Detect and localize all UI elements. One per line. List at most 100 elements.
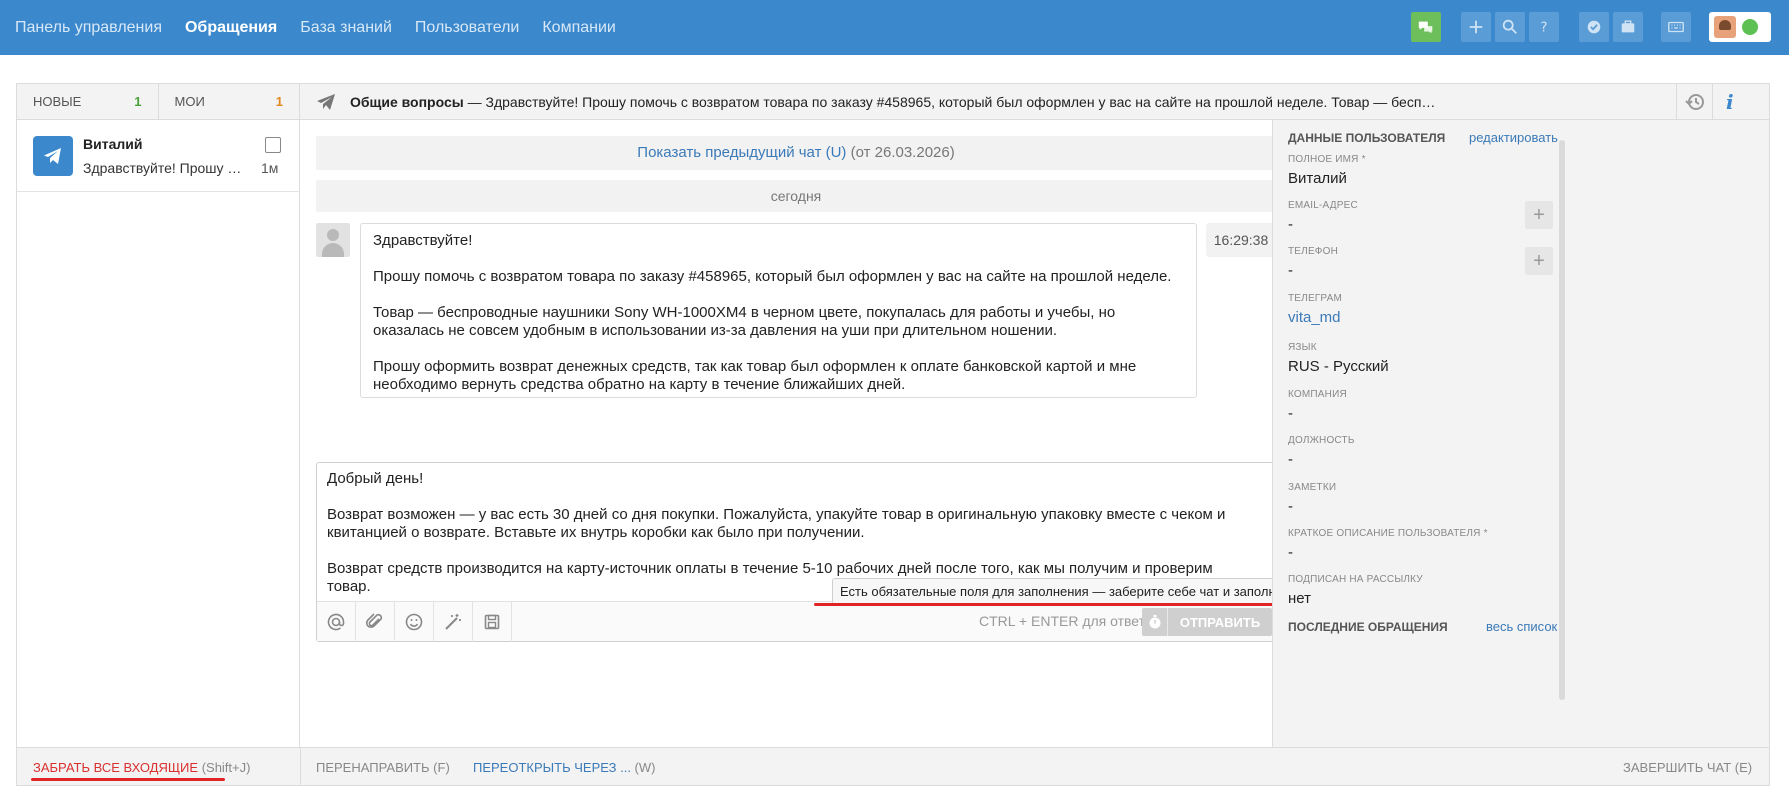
forward-button[interactable]: ПЕРЕНАПРАВИТЬ (F) — [316, 760, 450, 775]
chat-tabs: НОВЫЕ 1 МОИ 1 — [17, 84, 299, 120]
main-nav: Панель управления Обращения База знаний … — [15, 0, 616, 55]
take-all-label: ЗАБРАТЬ ВСЕ ВХОДЯЩИЕ — [33, 760, 199, 775]
info-icon[interactable]: i — [1726, 90, 1734, 114]
field-label: КОМПАНИЯ — [1288, 389, 1347, 400]
add-email-button[interactable]: + — [1525, 201, 1553, 229]
message-paragraph: Товар — беспроводные наушники Sony WH-10… — [373, 304, 1116, 339]
chat-item-time: 1м — [261, 160, 279, 176]
reply-editor[interactable]: Добрый день! Возврат возможен — у вас ес… — [316, 462, 1337, 642]
field-short-description: КРАТКОЕ ОПИСАНИЕ ПОЛЬЗОВАТЕЛЯ * - — [1288, 528, 1488, 561]
add-phone-button[interactable]: + — [1525, 247, 1553, 275]
field-language: ЯЗЫК RUS - Русский — [1288, 342, 1389, 375]
chat-item-preview: Здравствуйте! Прошу помочь с возвратом т… — [83, 160, 243, 176]
all-tickets-link[interactable]: весь список — [1486, 619, 1557, 634]
divider — [1676, 84, 1677, 120]
tab-mine[interactable]: МОИ 1 — [158, 84, 299, 119]
timer-icon — [1142, 608, 1168, 636]
send-icon — [317, 94, 335, 110]
telegram-link[interactable]: vita_md — [1288, 309, 1342, 326]
chat-item-checkbox[interactable] — [265, 137, 281, 153]
emoji-icon[interactable] — [395, 602, 434, 642]
message-time: 16:29:38 — [1206, 223, 1276, 257]
previous-chat-banner: Показать предыдущий чат (U) (от 26.03.20… — [316, 136, 1276, 170]
take-all-incoming-button[interactable]: ЗАБРАТЬ ВСЕ ВХОДЯЩИЕ (Shift+J) — [33, 760, 250, 775]
nav-companies[interactable]: Компании — [542, 19, 616, 37]
field-value: - — [1288, 544, 1293, 561]
field-position: ДОЛЖНОСТЬ - — [1288, 435, 1355, 468]
tab-new[interactable]: НОВЫЕ 1 — [17, 84, 159, 119]
send-button[interactable]: ОТПРАВИТЬ — [1142, 608, 1272, 636]
field-full-name: ПОЛНОЕ ИМЯ * Виталий — [1288, 154, 1366, 187]
field-value: - — [1288, 451, 1293, 468]
field-label: ПОЛНОЕ ИМЯ * — [1288, 154, 1366, 165]
mention-icon[interactable] — [317, 602, 356, 642]
reopen-via-button[interactable]: ПЕРЕОТКРЫТЬ ЧЕРЕЗ ... (W) — [473, 760, 655, 775]
message-bubble: Здравствуйте! Прошу помочь с возвратом т… — [360, 223, 1197, 398]
telegram-icon — [33, 136, 73, 176]
reopen-shortcut: (W) — [630, 760, 656, 775]
user-data-title: ДАННЫЕ ПОЛЬЗОВАТЕЛЯ — [1288, 131, 1446, 145]
top-navigation-bar: Панель управления Обращения База знаний … — [0, 0, 1789, 55]
list-item[interactable]: Виталий Здравствуйте! Прошу помочь с воз… — [17, 120, 299, 192]
keyboard-icon[interactable] — [1661, 12, 1691, 42]
user-data-panel: ДАННЫЕ ПОЛЬЗОВАТЕЛЯ редактировать ПОЛНОЕ… — [1272, 120, 1769, 747]
chat-item-name: Виталий — [83, 136, 143, 152]
field-company: КОМПАНИЯ - — [1288, 389, 1347, 422]
check-icon[interactable] — [1579, 12, 1609, 42]
take-all-red-underline — [31, 778, 225, 781]
field-value: Виталий — [1288, 170, 1347, 187]
send-shortcut-hint: CTRL + ENTER для ответа — [979, 613, 1153, 629]
user-menu[interactable] — [1709, 12, 1771, 42]
panel-scrollbar[interactable] — [1559, 140, 1565, 700]
field-telegram: ТЕЛЕГРАМ vita_md — [1288, 293, 1342, 326]
user-avatar-icon — [316, 223, 350, 257]
nav-users[interactable]: Пользователи — [415, 19, 519, 37]
required-fields-tooltip: Есть обязательные поля для заполнения — … — [832, 578, 1337, 605]
subject-dash: — — [463, 94, 486, 110]
chat-list-panel: НОВЫЕ 1 МОИ 1 Виталий Здравствуйте! Прош… — [17, 84, 300, 747]
divider — [1712, 84, 1713, 120]
message-paragraph: Здравствуйте! — [373, 232, 473, 249]
nav-dashboard[interactable]: Панель управления — [15, 19, 162, 37]
chat-header: Общие вопросы — Здравствуйте! Прошу помо… — [300, 84, 1769, 120]
chats-icon[interactable] — [1411, 12, 1441, 42]
edit-user-link[interactable]: редактировать — [1469, 130, 1558, 145]
field-notes: ЗАМЕТКИ - — [1288, 482, 1336, 515]
nav-knowledge-base[interactable]: База знаний — [300, 19, 392, 37]
tooltip-red-underline — [814, 603, 1276, 606]
message-paragraph: Прошу помочь с возвратом товара по заказ… — [373, 268, 1172, 285]
chat-category: Общие вопросы — [350, 94, 464, 110]
end-chat-button[interactable]: ЗАВЕРШИТЬ ЧАТ (E) — [1623, 760, 1752, 775]
field-label: EMAIL-АДРЕС — [1288, 200, 1358, 211]
briefcase-icon[interactable] — [1613, 12, 1643, 42]
svg-text:?: ? — [1540, 20, 1547, 36]
reply-paragraph: Добрый день! — [327, 470, 424, 487]
reopen-label: ПЕРЕОТКРЫТЬ ЧЕРЕЗ ... — [473, 760, 631, 775]
attachment-icon[interactable] — [356, 602, 395, 642]
plus-icon[interactable] — [1461, 12, 1491, 42]
field-label: ЗАМЕТКИ — [1288, 482, 1337, 493]
field-label: ТЕЛЕФОН — [1288, 246, 1339, 257]
message-paragraph: Прошу оформить возврат денежных средств,… — [373, 358, 1137, 393]
reply-paragraph: Возврат возможен — у вас есть 30 дней со… — [327, 506, 1226, 541]
tab-new-count: 1 — [134, 94, 142, 109]
chat-snippet: Здравствуйте! Прошу помочь с возвратом т… — [485, 94, 1436, 110]
field-label: ДОЛЖНОСТЬ — [1288, 435, 1355, 446]
field-email: EMAIL-АДРЕС - — [1288, 200, 1358, 233]
divider — [300, 748, 301, 786]
field-value: - — [1288, 216, 1293, 233]
save-template-icon[interactable] — [473, 602, 512, 642]
tab-new-label: НОВЫЕ — [33, 94, 82, 109]
take-all-shortcut: (Shift+J) — [198, 760, 251, 775]
chat-subject: Общие вопросы — Здравствуйте! Прошу помо… — [350, 94, 1500, 110]
history-icon[interactable] — [1684, 91, 1706, 113]
show-previous-chat-link[interactable]: Показать предыдущий чат (U) — [637, 144, 846, 161]
search-icon[interactable] — [1495, 12, 1525, 42]
tab-mine-label: МОИ — [174, 94, 205, 109]
field-label: КРАТКОЕ ОПИСАНИЕ ПОЛЬЗОВАТЕЛЯ * — [1288, 528, 1488, 539]
nav-tickets[interactable]: Обращения — [185, 19, 277, 37]
magic-wand-icon[interactable] — [434, 602, 473, 642]
status-online-icon — [1742, 19, 1758, 35]
help-icon[interactable]: ? — [1529, 12, 1559, 42]
field-label: ТЕЛЕГРАМ — [1288, 293, 1343, 304]
